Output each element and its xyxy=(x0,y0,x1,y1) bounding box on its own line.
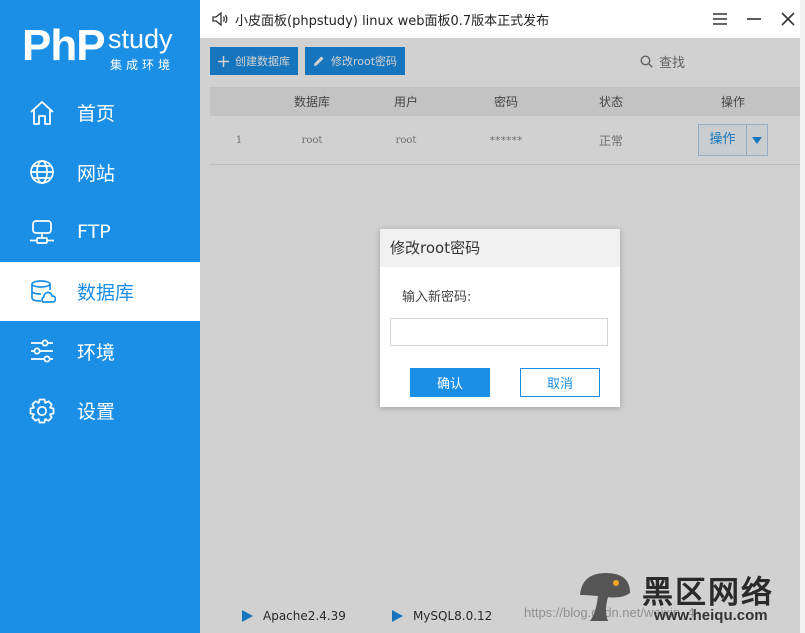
sidebar-item-label: FTP xyxy=(77,220,111,243)
window-controls xyxy=(711,10,797,28)
menu-icon[interactable] xyxy=(711,10,729,28)
sidebar-item-label: 设置 xyxy=(77,401,116,424)
sidebar-item-ftp[interactable]: FTP xyxy=(0,202,200,262)
globe-icon xyxy=(28,158,56,186)
sidebar-item-environment[interactable]: 环境 xyxy=(0,321,200,381)
close-icon[interactable] xyxy=(779,10,797,28)
gear-icon xyxy=(28,397,56,425)
sliders-icon xyxy=(28,337,56,365)
sidebar: PhP study 集成环境 首页 网站 FTP 数据库 环境 设置 xyxy=(0,0,200,633)
phpstudy-logo: PhP study 集成环境 xyxy=(22,22,182,78)
background-window-edge xyxy=(800,0,805,633)
ftp-server-icon xyxy=(28,218,56,246)
confirm-button[interactable]: 确认 xyxy=(410,368,490,397)
mushroom-logo-icon xyxy=(580,573,630,621)
cancel-button[interactable]: 取消 xyxy=(520,368,600,397)
logo-subtitle: 集成环境 xyxy=(110,58,175,72)
title-bar: 小皮面板(phpstudy) linux web面板0.7版本正式发布 xyxy=(200,0,805,38)
sidebar-item-label: 环境 xyxy=(77,341,116,364)
home-icon xyxy=(28,99,56,127)
sidebar-item-label: 网站 xyxy=(77,162,116,185)
watermark-logo: 黑区网络 www.heiqu.com xyxy=(572,567,802,629)
sidebar-nav: 首页 网站 FTP 数据库 环境 设置 xyxy=(0,83,200,441)
new-password-label: 输入新密码: xyxy=(402,290,472,305)
dialog-title: 修改root密码 xyxy=(380,229,620,267)
change-password-dialog: 修改root密码 输入新密码: 确认 取消 xyxy=(380,229,620,407)
sidebar-item-website[interactable]: 网站 xyxy=(0,143,200,203)
logo-php-text: PhP xyxy=(22,21,106,70)
new-password-input[interactable] xyxy=(390,318,608,346)
watermark-brand: 黑区网络 xyxy=(642,575,774,611)
speaker-icon[interactable] xyxy=(211,10,229,28)
database-icon xyxy=(28,278,56,306)
minimize-icon[interactable] xyxy=(745,10,763,28)
sidebar-item-label: 数据库 xyxy=(77,282,135,305)
sidebar-item-settings[interactable]: 设置 xyxy=(0,381,200,441)
sidebar-item-label: 首页 xyxy=(77,103,116,126)
logo-study-text: study xyxy=(108,24,173,54)
sidebar-item-database[interactable]: 数据库 xyxy=(0,261,200,322)
sidebar-item-home[interactable]: 首页 xyxy=(0,83,200,143)
announcement-title[interactable]: 小皮面板(phpstudy) linux web面板0.7版本正式发布 xyxy=(235,10,549,29)
watermark-brand-url: www.heiqu.com xyxy=(654,607,768,624)
